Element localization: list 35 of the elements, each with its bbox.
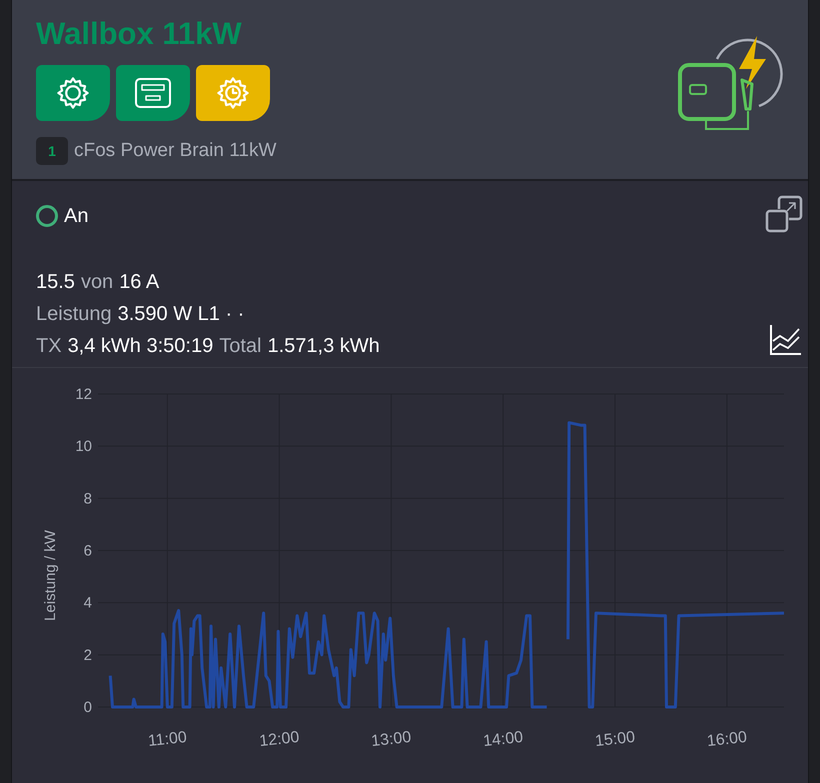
y-axis-title: Leistung / kW — [42, 530, 59, 621]
y-tick-label: 0 — [84, 699, 92, 716]
reading-label: TX — [36, 334, 62, 359]
x-tick-label: 12:00 — [258, 728, 300, 750]
y-tick-label: 10 — [75, 438, 92, 456]
reading-label: Leistung — [36, 302, 112, 327]
x-tick-label: 15:00 — [594, 728, 636, 750]
x-tick-label: 13:00 — [370, 728, 412, 750]
gear-icon — [55, 75, 91, 111]
device-title: Wallbox 11kW — [36, 16, 243, 52]
action-button[interactable] — [116, 65, 190, 121]
x-tick-label: 14:00 — [482, 728, 524, 750]
y-tick-label: 2 — [84, 646, 92, 664]
device-number-badge: 1 — [36, 137, 68, 166]
action-button[interactable] — [36, 65, 110, 121]
popout-icon[interactable] — [765, 195, 803, 233]
x-tick-label: 16:00 — [706, 728, 748, 750]
reading-value: 1.571,3 kWh — [267, 334, 380, 359]
y-tick-label: 8 — [84, 490, 92, 508]
line-chart-icon[interactable] — [770, 325, 802, 355]
reading-value: 15.5 — [36, 270, 75, 295]
reading-value: 3.590 W L1 · · — [118, 302, 244, 327]
reading-label: Total — [219, 334, 262, 359]
y-tick-label: 12 — [75, 386, 92, 403]
device-model: cFos Power Brain 11kW — [74, 139, 276, 163]
y-tick-label: 4 — [84, 594, 92, 612]
x-tick-label: 11:00 — [147, 729, 188, 750]
reading-value: 16 A — [119, 270, 160, 295]
reading-label: von — [80, 270, 114, 295]
reading-value: 3,4 kWh 3:50:19 — [68, 334, 214, 359]
y-tick-label: 6 — [84, 542, 92, 560]
meter-icon — [134, 77, 172, 109]
gear-clock-icon — [215, 75, 251, 111]
status-label: An — [64, 204, 88, 229]
action-button[interactable] — [196, 65, 270, 121]
